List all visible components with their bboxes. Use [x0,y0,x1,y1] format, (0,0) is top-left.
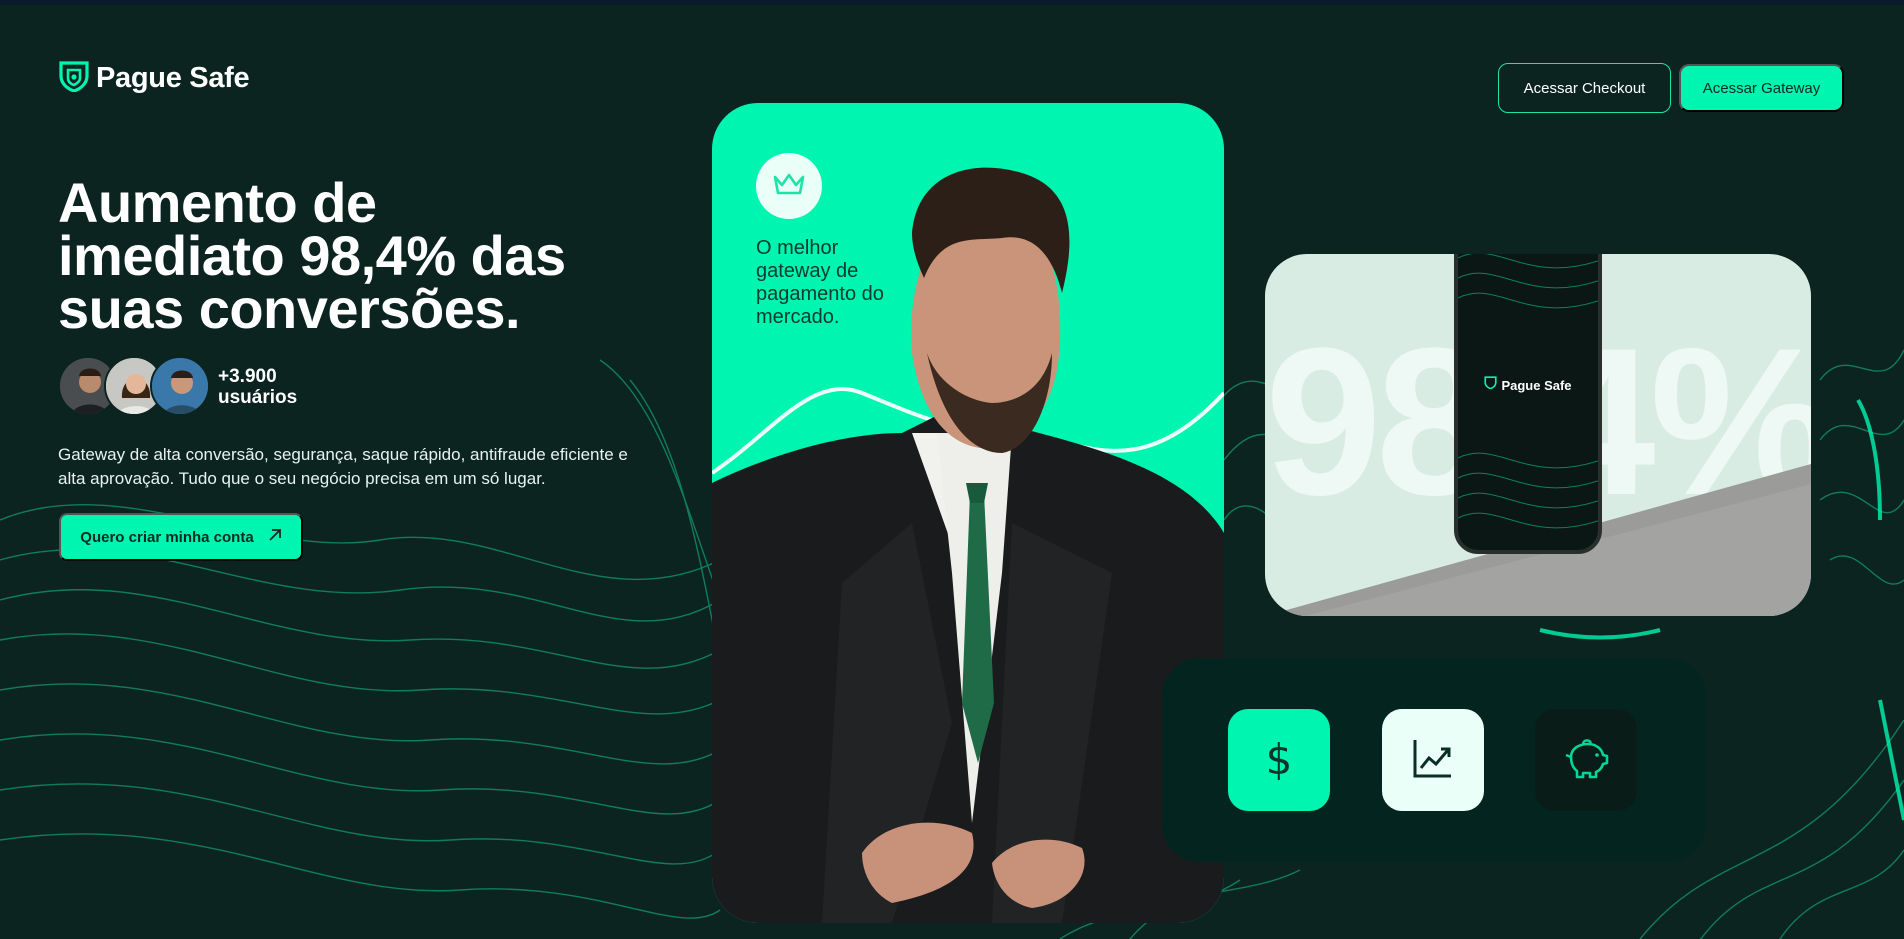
promo-card: O melhor gateway de pagamento do mercado… [712,103,1224,923]
hero-title-line-3: suas conversões. [58,277,521,340]
shield-logo-icon [1484,376,1498,394]
users-count-label: usuários [218,387,298,408]
access-gateway-button[interactable]: Acessar Gateway [1679,64,1844,112]
hero-title: Aumento de imediato 98,4% das suas conve… [58,171,698,340]
phone-logo: Pague Safe [1458,376,1598,394]
feature-icons-card: $ [1162,658,1706,862]
payments-tile[interactable]: $ [1228,709,1330,811]
shield-logo-icon [58,60,90,97]
phone-mockup: Pague Safe [1454,254,1602,554]
analytics-tile[interactable] [1382,709,1484,811]
hero-title-line-1: Aumento de [58,171,377,234]
person-photo [712,167,1224,923]
piggy-bank-icon [1563,737,1609,784]
hero-title-line-2: imediato 98,4% das [58,224,566,287]
avatar [150,356,210,416]
savings-tile[interactable] [1535,709,1637,811]
dollar-icon: $ [1259,734,1299,787]
chart-trend-icon [1411,736,1455,785]
phone-screen-waves [1458,254,1598,529]
create-account-label: Quero criar minha conta [80,528,254,546]
arrow-up-right-icon [268,528,282,546]
user-avatars [58,356,210,416]
create-account-button[interactable]: Quero criar minha conta [59,513,303,561]
svg-text:$: $ [1266,735,1293,782]
phone-showcase-card: 98,4% Pague Safe [1265,254,1811,616]
phone-logo-text: Pague Safe [1501,377,1572,393]
users-count-value: +3.900 [218,366,277,387]
brand-name: Pague Safe [96,62,250,94]
brand-logo[interactable]: Pague Safe [58,60,250,97]
users-count: +3.900 usuários [218,366,297,408]
access-checkout-button[interactable]: Acessar Checkout [1498,63,1671,113]
hero-description: Gateway de alta conversão, segurança, sa… [58,445,628,488]
